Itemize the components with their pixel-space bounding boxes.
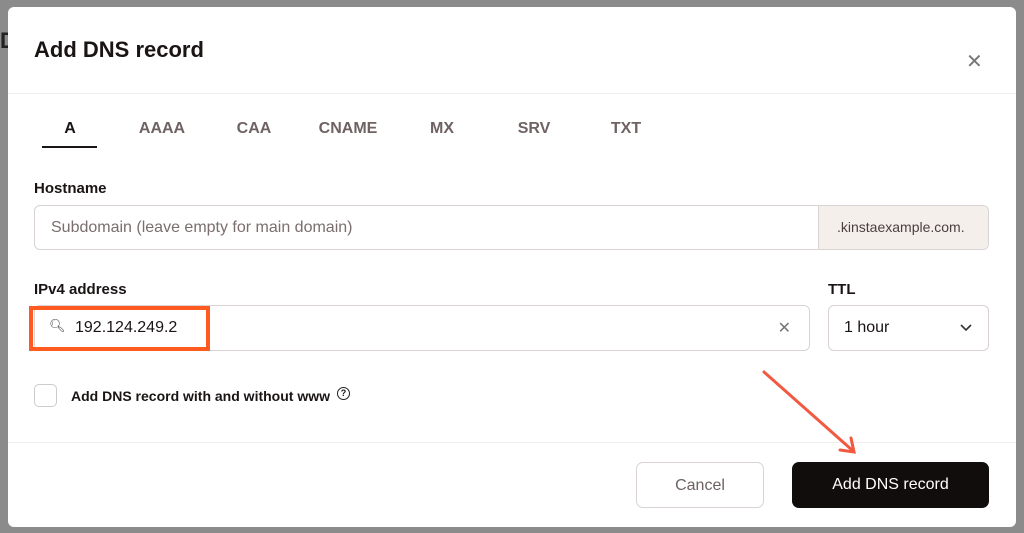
tab-aaaa[interactable]: AAAA [136, 120, 188, 138]
cancel-button[interactable]: Cancel [636, 462, 764, 508]
help-icon[interactable]: ? [337, 387, 350, 400]
tab-txt[interactable]: TXT [606, 120, 646, 138]
arrow-annotation [762, 370, 856, 454]
www-checkbox-label: Add DNS record with and without www [71, 388, 330, 404]
clear-icon[interactable]: ✕ [778, 318, 791, 338]
add-dns-record-button[interactable]: Add DNS record [792, 462, 989, 508]
tab-a[interactable]: A [60, 120, 80, 138]
add-dns-record-dialog: Add DNS record ✕ A AAAA CAA CNAME MX SRV… [8, 7, 1016, 527]
highlight-box [29, 306, 210, 351]
ipv4-label: IPv4 address [34, 281, 127, 298]
ttl-select[interactable]: 1 hour [828, 305, 989, 351]
hostname-input[interactable]: Subdomain (leave empty for main domain) … [34, 205, 989, 250]
ttl-value: 1 hour [844, 319, 890, 336]
dialog-title: Add DNS record [34, 37, 204, 62]
chevron-down-icon [960, 324, 972, 332]
ttl-label: TTL [828, 281, 856, 298]
www-checkbox[interactable] [34, 384, 57, 407]
divider [8, 93, 1016, 94]
hostname-label: Hostname [34, 180, 107, 197]
tab-caa[interactable]: CAA [234, 120, 274, 138]
close-icon[interactable]: ✕ [966, 49, 983, 74]
tab-cname[interactable]: CNAME [315, 120, 381, 138]
active-tab-indicator [42, 146, 97, 148]
hostname-placeholder: Subdomain (leave empty for main domain) [51, 219, 353, 236]
domain-suffix: .kinstaexample.com. [818, 206, 988, 249]
tab-srv[interactable]: SRV [514, 120, 554, 138]
tab-mx[interactable]: MX [426, 120, 458, 138]
